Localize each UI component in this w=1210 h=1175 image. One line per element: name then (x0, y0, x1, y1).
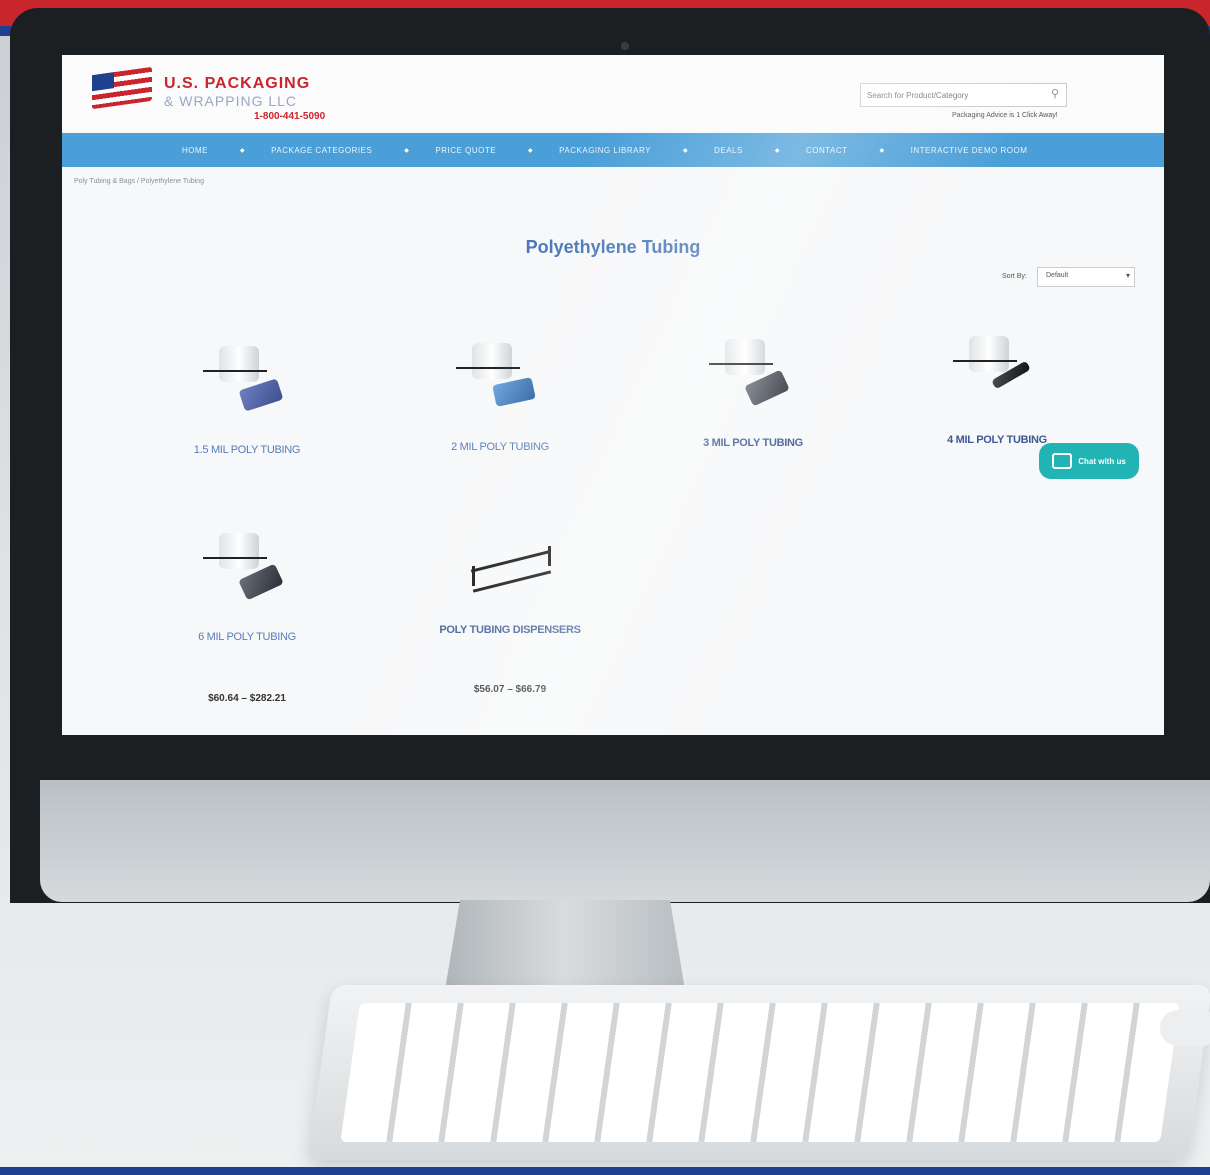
product-title[interactable]: 1.5 MIL POLY TUBING (157, 444, 337, 456)
chat-button[interactable]: Chat with us (1039, 443, 1139, 479)
logo-name-line1: U.S. PACKAGING (164, 75, 311, 92)
camera-icon (621, 42, 629, 50)
product-image[interactable] (450, 337, 550, 427)
nav-separator: ◆ (240, 147, 246, 154)
product-title[interactable]: 3 MIL POLY TUBING (663, 437, 843, 449)
sort-label: Sort By: (1002, 273, 1027, 280)
product-card[interactable]: 2 MIL POLY TUBING (410, 337, 590, 453)
site-header: U.S. PACKAGING & WRAPPING LLC 1-800-441-… (62, 55, 1164, 131)
product-card[interactable]: 1.5 MIL POLY TUBING (157, 340, 337, 456)
nav-separator: ◆ (528, 147, 534, 154)
mouse (1160, 1010, 1210, 1046)
nav-item-contact[interactable]: CONTACT (806, 146, 848, 155)
search-input[interactable] (865, 86, 1039, 104)
chevron-down-icon: ▾ (1125, 271, 1130, 280)
search-icon[interactable]: ⚲ (1048, 87, 1062, 101)
nav-separator: ◆ (682, 147, 689, 154)
nav-item-deals[interactable]: DEALS (714, 146, 743, 155)
sort-select[interactable]: Default ▾ (1037, 267, 1135, 287)
product-title[interactable]: POLY TUBING DISPENSERS (420, 624, 600, 636)
logo-name-line2: & WRAPPING LLC (164, 93, 298, 109)
nav-item-price-quote[interactable]: PRICE QUOTE (435, 146, 496, 155)
product-title[interactable]: 2 MIL POLY TUBING (410, 441, 590, 453)
chat-label: Chat with us (1078, 456, 1126, 466)
advice-link[interactable]: Packaging Advice is 1 Click Away! (952, 112, 1058, 119)
product-card[interactable]: 4 MIL POLY TUBING (907, 330, 1087, 446)
monitor-chin (40, 780, 1210, 902)
product-image[interactable] (197, 527, 297, 617)
keyboard (307, 985, 1210, 1160)
phone-number[interactable]: 1-800-441-5090 (254, 111, 325, 122)
site-logo[interactable]: U.S. PACKAGING & WRAPPING LLC 1-800-441-… (92, 66, 372, 127)
breadcrumb[interactable]: Poly Tubing & Bags / Polyethylene Tubing (74, 178, 204, 185)
product-price: $60.64 – $282.21 (208, 693, 286, 704)
product-image[interactable] (450, 520, 570, 610)
main-nav: HOME ◆ PACKAGE CATEGORIES ◆ PRICE QUOTE … (62, 133, 1164, 167)
nav-item-package-categories[interactable]: PACKAGE CATEGORIES (271, 146, 372, 155)
page-title: Polyethylene Tubing (525, 237, 701, 257)
flag-icon (92, 66, 152, 110)
nav-item-home[interactable]: HOME (182, 146, 208, 155)
chat-bubble-icon (1052, 453, 1073, 469)
nav-separator: ◆ (404, 147, 410, 154)
product-card[interactable]: POLY TUBING DISPENSERS $56.07 – $66.79 (420, 520, 600, 695)
product-image[interactable] (947, 330, 1047, 420)
product-card[interactable]: 3 MIL POLY TUBING (663, 333, 843, 449)
nav-item-demo-room[interactable]: INTERACTIVE DEMO ROOM (911, 146, 1028, 155)
product-price: $56.07 – $66.79 (473, 684, 547, 695)
search-box: ⚲ (860, 83, 1067, 107)
decor-bottom-stripe (0, 1167, 1210, 1175)
product-card[interactable]: 6 MIL POLY TUBING $60.64 – $282.21 (157, 527, 337, 704)
sort-value: Default (1046, 272, 1069, 279)
nav-separator: ◆ (879, 147, 885, 154)
nav-separator: ◆ (774, 147, 780, 154)
browser-screen: U.S. PACKAGING & WRAPPING LLC 1-800-441-… (62, 55, 1164, 735)
product-image[interactable] (703, 333, 803, 423)
product-image[interactable] (197, 340, 297, 430)
keyboard-keys (340, 1003, 1180, 1142)
nav-item-packaging-library[interactable]: PACKAGING LIBRARY (559, 146, 651, 155)
product-title[interactable]: 6 MIL POLY TUBING (157, 631, 337, 643)
